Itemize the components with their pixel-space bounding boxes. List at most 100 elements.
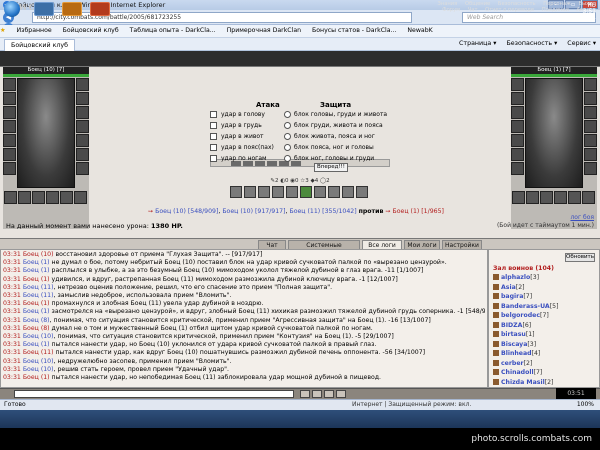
chat-author[interactable]: Боец (1): [23, 308, 50, 315]
chat-author[interactable]: Боец (11): [23, 292, 54, 299]
skill-icon[interactable]: [230, 186, 242, 198]
clear-button[interactable]: [324, 390, 334, 398]
chat-author[interactable]: Боец (10): [23, 358, 54, 365]
skill-icon[interactable]: [356, 186, 368, 198]
chat-author[interactable]: Боец (11): [23, 284, 54, 291]
skill-icon[interactable]: [272, 186, 284, 198]
helmet-slot[interactable]: [3, 78, 16, 91]
defense-radio[interactable]: [284, 133, 291, 140]
zoom-level[interactable]: 100%: [577, 400, 594, 410]
chat-input[interactable]: [14, 390, 294, 398]
user-name[interactable]: Chizda Masil: [501, 379, 545, 386]
earring-slot[interactable]: [584, 78, 597, 91]
pants-slot[interactable]: [584, 134, 597, 147]
browser-tab[interactable]: Бойцовский клуб: [4, 39, 76, 51]
chat-log[interactable]: 03:31 Боец (10) восстановил здоровье от …: [0, 249, 488, 388]
ally-name[interactable]: Боец (10) [917/917]: [222, 208, 285, 215]
defense-radio[interactable]: [284, 111, 291, 118]
explorer-taskbar-icon[interactable]: [62, 2, 82, 16]
user-list-item[interactable]: Banderass-UA[5]: [493, 302, 597, 312]
skill-icon[interactable]: [328, 186, 340, 198]
attack-checkbox[interactable]: [210, 155, 217, 162]
user-name[interactable]: birtasu: [501, 331, 526, 338]
chat-author[interactable]: Боец (1): [23, 259, 50, 266]
attack-checkbox[interactable]: [210, 144, 217, 151]
item-slot[interactable]: [32, 191, 45, 204]
defense-option[interactable]: блок живота, пояса и ног: [294, 131, 375, 142]
earring-slot[interactable]: [76, 78, 89, 91]
send-button[interactable]: [300, 390, 310, 398]
attack-option[interactable]: удар в пояс(пах): [221, 142, 274, 153]
user-name[interactable]: Chinadoll: [501, 369, 534, 376]
attack-option[interactable]: удар в грудь: [221, 120, 262, 131]
bracer-slot[interactable]: [511, 148, 524, 161]
shield-slot[interactable]: [76, 120, 89, 133]
chat-author[interactable]: Боец (1): [23, 374, 50, 381]
shield-slot[interactable]: [584, 120, 597, 133]
favorite-link[interactable]: Примерочная DarkClan: [227, 27, 301, 34]
amulet-slot[interactable]: [511, 92, 524, 105]
right-fighter-name[interactable]: Боец (1) [7]: [511, 67, 597, 74]
ie-taskbar-icon[interactable]: [34, 2, 54, 16]
skill-icon[interactable]: [342, 186, 354, 198]
attack-checkbox[interactable]: [210, 122, 217, 129]
user-list-item[interactable]: Chizda Masil[2]: [493, 378, 597, 388]
user-name[interactable]: Blinhead: [501, 350, 532, 357]
start-button[interactable]: [4, 1, 20, 17]
defense-radio[interactable]: [284, 155, 291, 162]
user-list-item[interactable]: Chinadoll[7]: [493, 368, 597, 378]
chat-author[interactable]: Боец (10): [23, 366, 54, 373]
user-name[interactable]: BIDZA: [501, 322, 522, 329]
defense-radio[interactable]: [284, 144, 291, 151]
favorite-link[interactable]: Бойцовский клуб: [63, 27, 119, 34]
user-name[interactable]: alphazlo: [501, 274, 530, 281]
item-slot[interactable]: [554, 191, 567, 204]
defense-option[interactable]: блок головы, груди и живота: [294, 109, 387, 120]
item-slot[interactable]: [74, 191, 87, 204]
smiles-button[interactable]: [312, 390, 322, 398]
chat-author[interactable]: Боец (10): [23, 251, 54, 258]
skill-icon[interactable]: [244, 186, 256, 198]
chat-author[interactable]: Боец (8): [23, 317, 50, 324]
user-name[interactable]: belgorodec: [501, 312, 540, 319]
chat-author[interactable]: Боец (1): [23, 341, 50, 348]
item-slot[interactable]: [4, 191, 17, 204]
refresh-button[interactable]: Обновить: [565, 253, 595, 262]
user-name[interactable]: Banderass-UA: [501, 303, 550, 310]
menu-chat[interactable]: Чат: [468, 7, 478, 13]
item-slot[interactable]: [512, 191, 525, 204]
item-slot[interactable]: [526, 191, 539, 204]
attack-option[interactable]: удар в голову: [221, 109, 265, 120]
defense-option[interactable]: блок груди, живота и пояса: [294, 120, 383, 131]
favorite-link[interactable]: Бонусы статов - DarkCla...: [312, 27, 396, 34]
user-list-item[interactable]: alphazlo[3]: [493, 273, 597, 283]
user-list-item[interactable]: birtasu[1]: [493, 330, 597, 340]
chat-author[interactable]: Боец (1): [23, 276, 50, 283]
user-list-item[interactable]: belgorodec[7]: [493, 311, 597, 321]
chat-author[interactable]: Боец (11): [23, 349, 54, 356]
forward-button[interactable]: Вперед!!!: [314, 163, 348, 172]
favorite-link[interactable]: NewabK: [407, 27, 432, 34]
boots-slot[interactable]: [584, 148, 597, 161]
helmet-slot[interactable]: [511, 78, 524, 91]
attack-checkbox[interactable]: [210, 111, 217, 118]
user-name[interactable]: Biscaya: [501, 341, 527, 348]
page-menu[interactable]: Страница ▾: [459, 40, 496, 47]
boots-slot[interactable]: [76, 148, 89, 161]
address-input[interactable]: http://city.combats.com/battle/2005/6817…: [32, 12, 412, 23]
chat-author[interactable]: Боец (8): [23, 325, 50, 332]
favorite-link[interactable]: Избранное: [17, 27, 52, 34]
armor-slot[interactable]: [3, 120, 16, 133]
skill-icon[interactable]: [258, 186, 270, 198]
firefox-taskbar-icon[interactable]: [90, 2, 110, 16]
user-name[interactable]: cerber: [501, 360, 524, 367]
chat-author[interactable]: Боец (10): [23, 333, 54, 340]
user-list-item[interactable]: Biscaya[3]: [493, 340, 597, 350]
enemy-name[interactable]: Боец (1) [1/965]: [393, 208, 444, 215]
chat-author[interactable]: Боец (1): [23, 300, 50, 307]
cloak-slot[interactable]: [76, 162, 89, 175]
weapon-slot[interactable]: [3, 106, 16, 119]
favorites-star-icon[interactable]: ★: [0, 27, 6, 34]
ring-slot[interactable]: [76, 106, 89, 119]
tools-menu[interactable]: Сервис ▾: [567, 40, 596, 47]
